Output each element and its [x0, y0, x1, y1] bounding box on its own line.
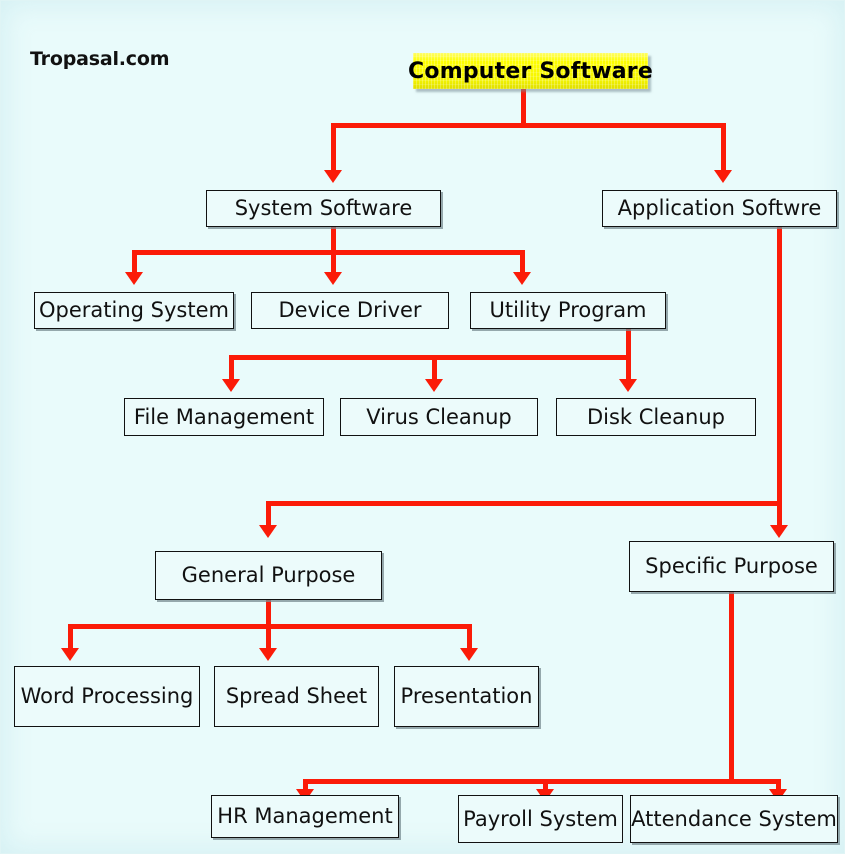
node-application-software[interactable]: Application Softwre — [602, 190, 837, 227]
arrow-general-to-word-processing — [61, 648, 79, 661]
connector-system-to-utility-drop — [520, 250, 525, 274]
node-spread-sheet-label: Spread Sheet — [225, 684, 368, 708]
node-word-processing-label: Word Processing — [20, 684, 194, 708]
arrow-general-to-spread-sheet — [259, 648, 277, 661]
diagram-canvas: Tropasal.com Computer Software System So… — [0, 0, 845, 854]
node-payroll-system-label: Payroll System — [463, 806, 618, 831]
node-hr-management-label: HR Management — [217, 804, 393, 828]
node-general-purpose[interactable]: General Purpose — [155, 551, 382, 600]
arrow-utility-to-disk-cleanup — [619, 379, 637, 392]
arrow-system-to-utility-program — [513, 272, 531, 285]
node-operating-system[interactable]: Operating System — [34, 292, 234, 329]
connector-application-bar — [266, 501, 782, 506]
connector-general-to-spread-drop — [266, 624, 271, 650]
arrow-application-to-specific-purpose — [770, 525, 788, 538]
connector-specific-bar — [303, 779, 781, 784]
node-operating-system-label: Operating System — [39, 298, 229, 322]
node-utility-program-label: Utility Program — [489, 298, 647, 322]
node-word-processing[interactable]: Word Processing — [14, 666, 200, 727]
arrow-root-to-application — [714, 170, 732, 183]
node-attendance-system-label: Attendance System — [631, 806, 837, 831]
arrow-root-to-system — [324, 170, 342, 183]
node-specific-purpose[interactable]: Specific Purpose — [629, 541, 834, 592]
connector-root-bar — [331, 123, 726, 128]
arrow-system-to-device-driver — [324, 272, 342, 285]
connector-root-to-application-drop — [721, 123, 726, 172]
connector-application-stem — [777, 226, 782, 506]
node-computer-software[interactable]: Computer Software — [408, 53, 653, 89]
node-file-management-label: File Management — [133, 404, 315, 429]
node-system-software[interactable]: System Software — [206, 190, 441, 227]
node-hr-management[interactable]: HR Management — [211, 795, 399, 838]
arrow-utility-to-file-management — [222, 379, 240, 392]
connector-general-stem — [266, 599, 271, 627]
connector-general-to-word-drop — [68, 624, 73, 650]
node-utility-program[interactable]: Utility Program — [470, 292, 666, 329]
node-system-software-label: System Software — [234, 196, 413, 220]
node-device-driver-label: Device Driver — [278, 298, 422, 322]
connector-system-to-os-drop — [132, 250, 137, 274]
node-application-software-label: Application Softwre — [617, 196, 822, 220]
connector-specific-stem — [729, 591, 734, 783]
arrow-application-to-general-purpose — [259, 525, 277, 538]
node-spread-sheet[interactable]: Spread Sheet — [214, 666, 379, 727]
node-presentation-label: Presentation — [400, 684, 533, 708]
node-attendance-system[interactable]: Attendance System — [630, 795, 838, 843]
node-file-management[interactable]: File Management — [124, 398, 324, 436]
connector-application-to-general-drop — [266, 501, 271, 528]
connector-system-to-driver-drop — [331, 250, 336, 274]
node-payroll-system[interactable]: Payroll System — [458, 795, 623, 843]
connector-root-to-system-drop — [331, 123, 336, 172]
connector-system-bar — [132, 250, 525, 255]
node-virus-cleanup[interactable]: Virus Cleanup — [340, 398, 538, 436]
arrow-utility-to-virus-cleanup — [425, 379, 443, 392]
node-general-purpose-label: General Purpose — [181, 563, 356, 587]
node-disk-cleanup[interactable]: Disk Cleanup — [556, 398, 756, 436]
node-device-driver[interactable]: Device Driver — [251, 292, 449, 329]
arrow-system-to-operating-system — [125, 272, 143, 285]
node-computer-software-label: Computer Software — [408, 58, 653, 84]
node-virus-cleanup-label: Virus Cleanup — [366, 404, 512, 429]
connector-root-stem — [521, 88, 526, 127]
arrow-general-to-presentation — [460, 648, 478, 661]
watermark-label: Tropasal.com — [30, 48, 170, 70]
node-disk-cleanup-label: Disk Cleanup — [586, 404, 726, 429]
connector-general-to-presentation-drop — [467, 624, 472, 650]
connector-application-to-specific-drop — [777, 501, 782, 528]
node-presentation[interactable]: Presentation — [394, 666, 539, 727]
node-specific-purpose-label: Specific Purpose — [645, 554, 818, 578]
connector-utility-bar — [229, 355, 631, 360]
